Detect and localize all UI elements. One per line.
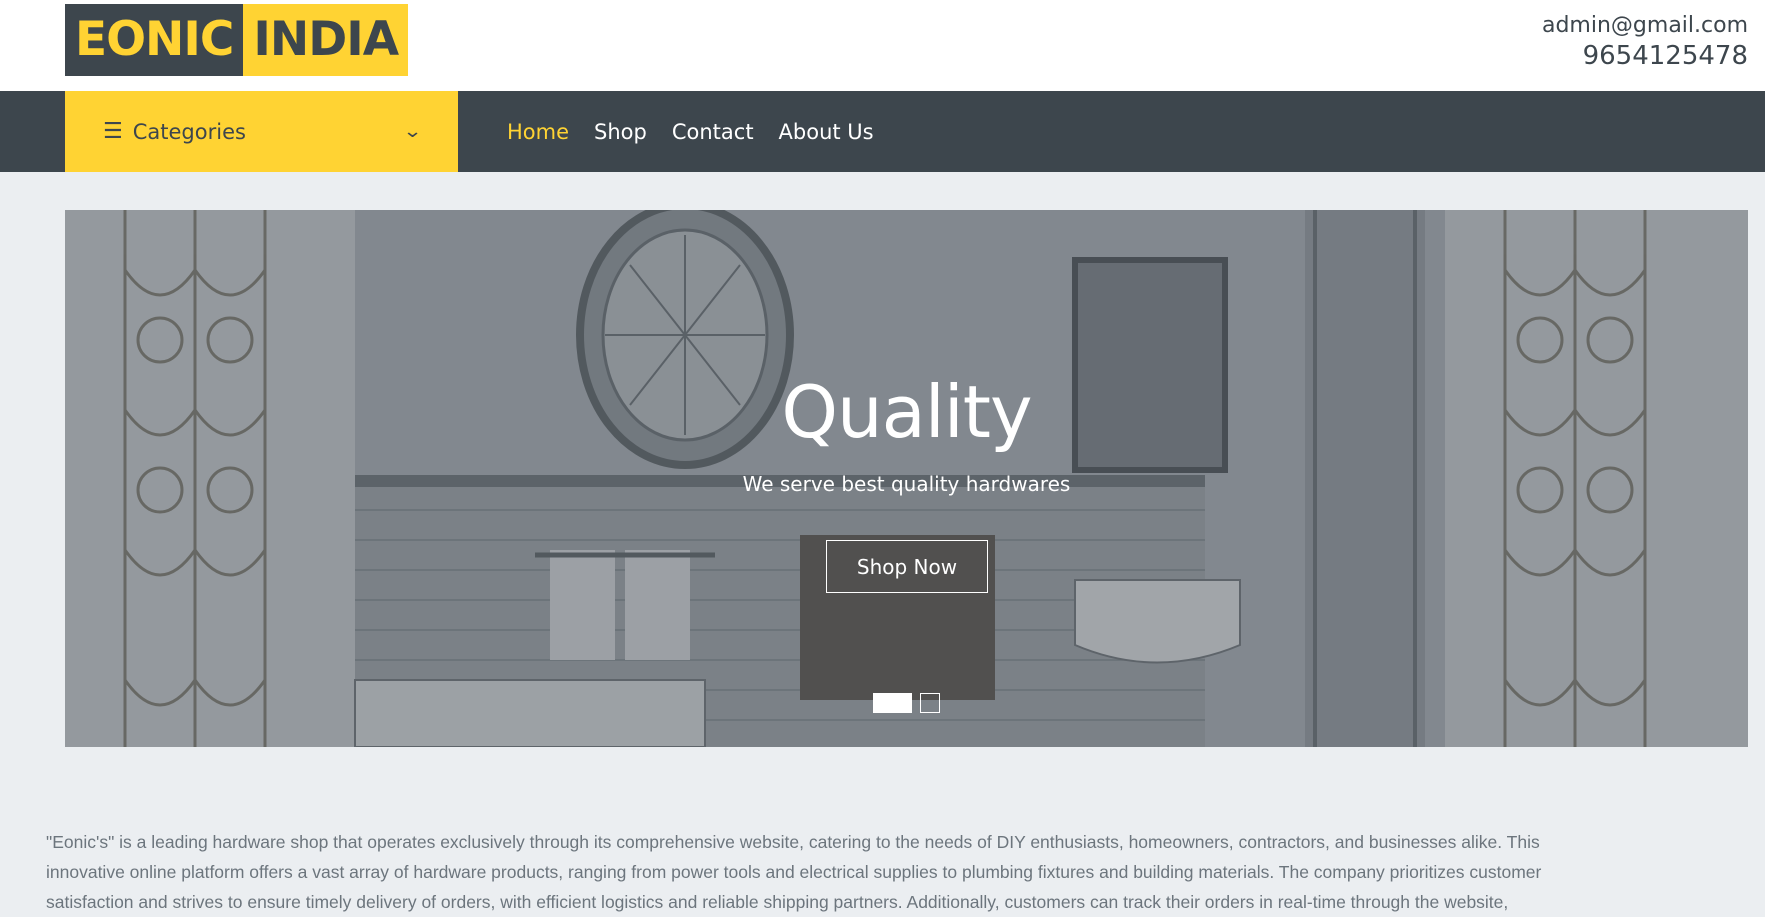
carousel-indicator-2[interactable] bbox=[920, 693, 940, 713]
nav-links: Home Shop Contact About Us bbox=[507, 91, 899, 172]
nav-link-contact[interactable]: Contact bbox=[672, 120, 754, 144]
bars-icon: ☰ bbox=[103, 118, 123, 144]
shop-now-button[interactable]: Shop Now bbox=[826, 540, 988, 593]
nav-link-about-us[interactable]: About Us bbox=[779, 120, 874, 144]
carousel-indicator-1[interactable] bbox=[873, 693, 912, 713]
contact-email: admin@gmail.com bbox=[1541, 13, 1748, 38]
description-line: satisfaction and strives to ensure timel… bbox=[46, 892, 1509, 912]
about-description: "Eonic's" is a leading hardware shop tha… bbox=[46, 827, 1765, 917]
chevron-down-icon: ⌄ bbox=[402, 121, 423, 142]
description-line: "Eonic's" is a leading hardware shop tha… bbox=[46, 832, 1540, 852]
logo-part2: INDIA bbox=[243, 4, 409, 76]
hero-subtitle: We serve best quality hardwares bbox=[742, 472, 1071, 496]
navbar: ☰ Categories ⌄ Home Shop Contact About U… bbox=[0, 91, 1765, 172]
categories-label: Categories bbox=[132, 119, 246, 144]
contact-info: admin@gmail.com 9654125478 bbox=[1542, 12, 1748, 72]
hero-carousel: Quality We serve best quality hardwares … bbox=[65, 210, 1748, 747]
top-bar: EONIC INDIA admin@gmail.com 9654125478 bbox=[0, 0, 1765, 91]
contact-phone: 9654125478 bbox=[1582, 41, 1748, 71]
hero-title: Quality bbox=[781, 370, 1032, 454]
categories-dropdown[interactable]: ☰ Categories ⌄ bbox=[65, 91, 458, 172]
nav-link-home[interactable]: Home bbox=[507, 120, 569, 144]
logo[interactable]: EONIC INDIA bbox=[65, 4, 409, 76]
description-line: innovative online platform offers a vast… bbox=[46, 862, 1542, 882]
nav-link-shop[interactable]: Shop bbox=[594, 120, 647, 144]
logo-part1: EONIC bbox=[65, 4, 244, 76]
